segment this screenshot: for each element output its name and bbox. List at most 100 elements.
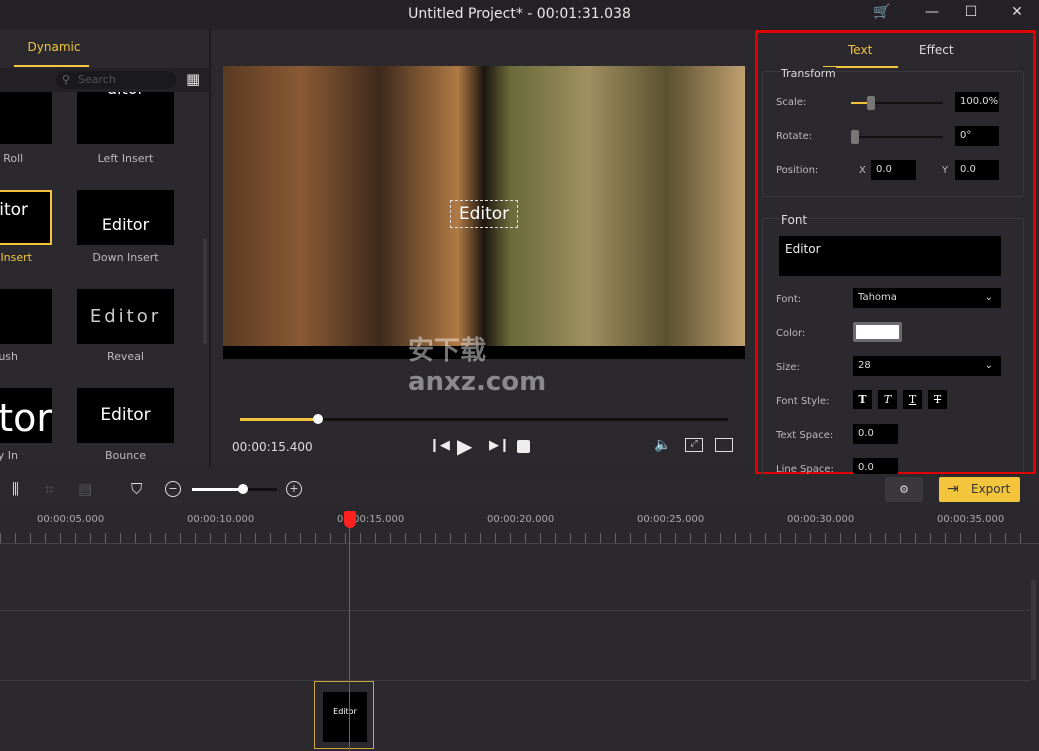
- effect-label: Down Insert: [92, 251, 159, 264]
- split-icon[interactable]: ⫼: [12, 480, 19, 498]
- effect-thumb[interactable]: Editor: [77, 190, 174, 245]
- play-icon[interactable]: ▶: [457, 434, 472, 458]
- position-label: Position:: [776, 165, 819, 176]
- scrollbar[interactable]: [1031, 580, 1036, 680]
- search-icon: ⚲: [62, 73, 71, 86]
- size-value: 28: [858, 360, 871, 371]
- zoom-out-icon[interactable]: −: [165, 481, 181, 497]
- size-label: Size:: [776, 362, 800, 373]
- effect-label: ush: [0, 350, 18, 363]
- close-button[interactable]: ✕: [1007, 4, 1027, 24]
- settings-icon[interactable]: ⚙: [885, 477, 923, 502]
- tick-marks: [0, 533, 1030, 543]
- grid-view-icon[interactable]: ▦: [186, 70, 200, 88]
- timeline-ruler[interactable]: 00:00:05.000 00:00:10.000 00:00:15.000 0…: [0, 506, 1039, 544]
- export-icon: ⇥: [947, 481, 959, 497]
- strikethrough-button[interactable]: T: [928, 390, 947, 409]
- search-input[interactable]: Search: [56, 71, 176, 89]
- color-label: Color:: [776, 328, 806, 339]
- rotate-input[interactable]: 0°: [955, 126, 999, 146]
- scale-label: Scale:: [776, 97, 807, 108]
- export-button[interactable]: Export ⇥: [939, 477, 1020, 502]
- tick-label: 00:00:10.000: [187, 514, 255, 525]
- zoom-in-icon[interactable]: +: [286, 481, 302, 497]
- search-row: Search ⚲ ▦: [0, 68, 209, 92]
- track-divider: [0, 680, 1030, 681]
- text-overlay[interactable]: Editor: [450, 200, 518, 228]
- next-frame-icon[interactable]: ▶❙: [489, 438, 510, 453]
- tick-label: 00:00:05.000: [37, 514, 105, 525]
- crop-icon[interactable]: ⌗: [45, 480, 53, 498]
- scrollbar[interactable]: [203, 238, 207, 344]
- clip-label: Editor: [323, 692, 367, 742]
- stop-icon[interactable]: [517, 440, 530, 453]
- effect-label: Insert: [0, 251, 32, 264]
- tick-label: 00:00:20.000: [487, 514, 555, 525]
- size-select[interactable]: 28 ⌄: [853, 356, 1001, 376]
- marker-icon[interactable]: ⛉: [131, 480, 142, 498]
- effect-thumb[interactable]: tor: [0, 388, 52, 443]
- prev-frame-icon[interactable]: ❙◀: [429, 438, 450, 453]
- effect-thumb[interactable]: [0, 92, 52, 144]
- tab-effect[interactable]: Effect: [919, 43, 954, 57]
- scale-slider[interactable]: [851, 96, 943, 110]
- effect-thumb-selected[interactable]: itor: [0, 190, 52, 245]
- text-space-label: Text Space:: [776, 430, 834, 441]
- timeline-toolbar: ⫼ ⌗ ▤ ⛉ − + ⚙ Export ⇥: [0, 474, 1039, 506]
- font-label: Font:: [776, 294, 802, 305]
- position-x-input[interactable]: 0.0: [871, 160, 916, 180]
- minimize-button[interactable]: —: [922, 4, 942, 24]
- watermark: 安下载 anxz.com: [408, 336, 547, 397]
- volume-icon[interactable]: 🔈: [654, 437, 671, 453]
- rotate-handle[interactable]: [851, 130, 859, 144]
- effect-label: y In: [0, 449, 18, 462]
- text-clip[interactable]: Editor: [314, 681, 374, 749]
- scale-handle[interactable]: [866, 96, 875, 110]
- effects-panel: Dynamic Search ⚲ ▦ wn Roll ditor Left In…: [0, 30, 211, 468]
- tab-text[interactable]: Text: [848, 43, 872, 57]
- properties-panel: Text Effect Transform Scale: 100.0% Rota…: [755, 30, 1036, 478]
- font-value: Tahoma: [858, 292, 897, 303]
- effect-label: Reveal: [107, 350, 144, 363]
- seek-progress: [240, 418, 319, 421]
- text-content-input[interactable]: Editor: [779, 236, 1001, 276]
- effect-thumb[interactable]: [0, 289, 52, 344]
- effect-thumb[interactable]: Editor: [77, 388, 174, 443]
- title-bar: Untitled Project* - 00:01:31.038 🛒 — ☐ ✕: [0, 0, 1039, 30]
- zoom-slider[interactable]: [192, 484, 277, 494]
- font-select[interactable]: Tahoma ⌄: [853, 288, 1001, 308]
- tick-label: 00:00:30.000: [787, 514, 855, 525]
- pip-icon[interactable]: [715, 438, 733, 452]
- fullscreen-icon[interactable]: ⤢: [685, 438, 703, 452]
- seek-bar[interactable]: [240, 414, 728, 424]
- font-title: Font: [781, 213, 808, 227]
- position-y-input[interactable]: 0.0: [955, 160, 999, 180]
- export-label: Export: [971, 482, 1011, 496]
- track-divider: [0, 610, 1030, 611]
- seek-handle[interactable]: [313, 414, 324, 424]
- playhead-handle[interactable]: [344, 511, 356, 528]
- scale-input[interactable]: 100.0%: [955, 92, 999, 112]
- effect-label: Bounce: [104, 449, 147, 462]
- color-swatch[interactable]: [853, 322, 902, 342]
- maximize-button[interactable]: ☐: [961, 4, 981, 24]
- x-label: X: [859, 165, 866, 176]
- active-tab-underline: [14, 65, 89, 67]
- effect-thumb[interactable]: ditor: [77, 92, 174, 144]
- edit-icon[interactable]: ▤: [78, 480, 92, 498]
- effect-thumb[interactable]: Editor: [77, 289, 174, 344]
- tick-label: 00:00:35.000: [937, 514, 1005, 525]
- transform-group: Transform Scale: 100.0% Rotate: 0° Posit…: [762, 67, 1024, 197]
- rotate-slider[interactable]: [851, 130, 943, 144]
- bold-button[interactable]: T: [853, 390, 872, 409]
- tick-label: 00:00:25.000: [637, 514, 705, 525]
- tab-dynamic[interactable]: Dynamic: [0, 40, 108, 54]
- zoom-handle[interactable]: [238, 484, 248, 494]
- italic-button[interactable]: T: [878, 390, 897, 409]
- scale-fill: [851, 102, 867, 104]
- effect-label: Left Insert: [97, 152, 154, 165]
- zoom-fill: [192, 488, 243, 491]
- underline-button[interactable]: T: [903, 390, 922, 409]
- text-space-input[interactable]: 0.0: [853, 424, 898, 444]
- cart-icon[interactable]: 🛒: [872, 4, 892, 24]
